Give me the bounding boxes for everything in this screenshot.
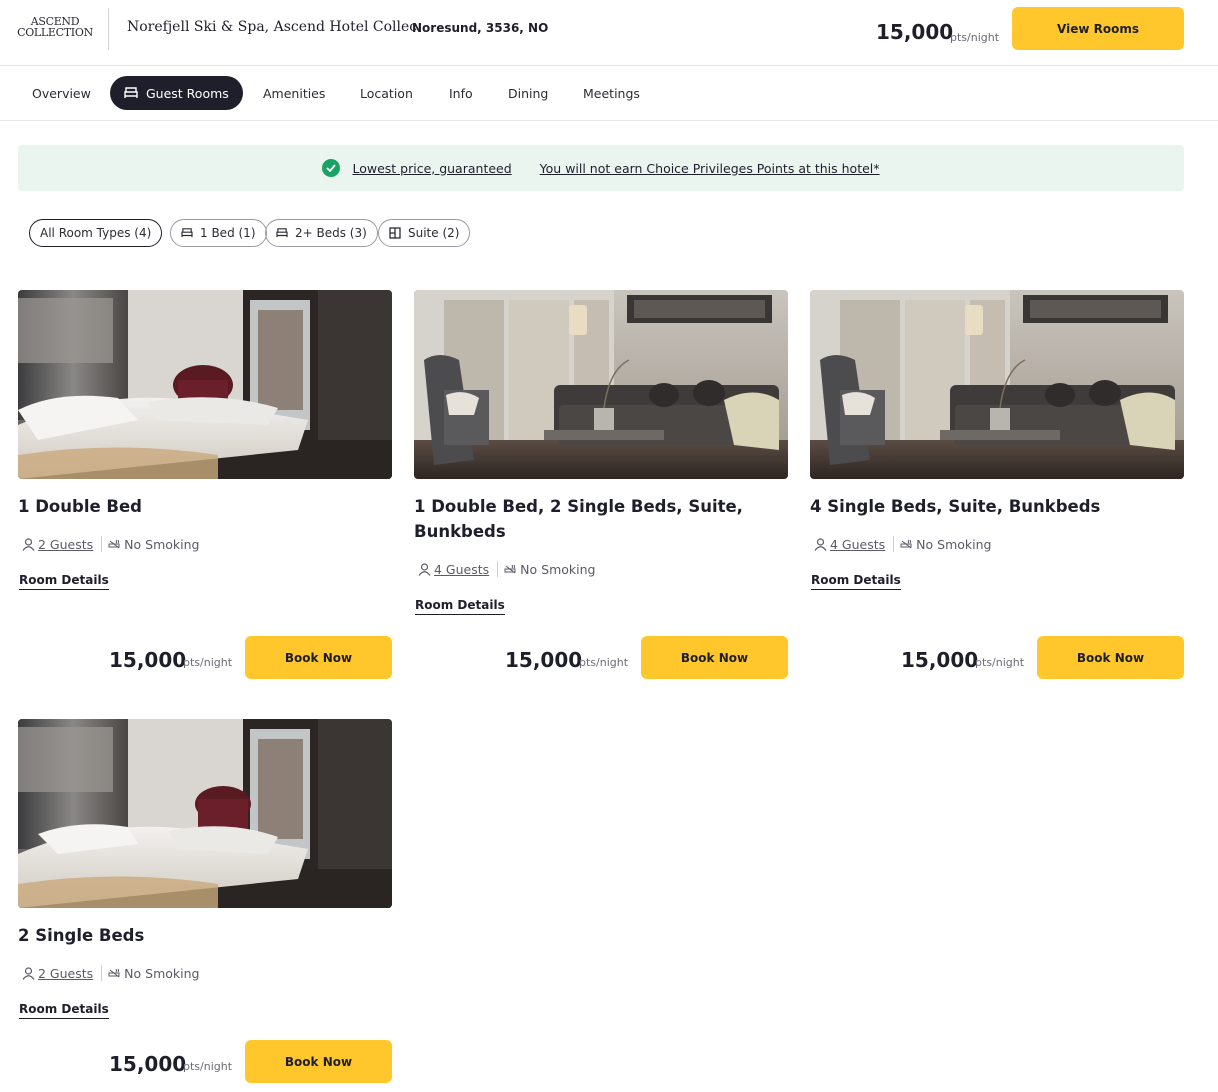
- tab-amenities[interactable]: Amenities: [263, 76, 325, 110]
- tab-guest-rooms[interactable]: Guest Rooms: [110, 76, 243, 110]
- bed-icon: [181, 228, 193, 238]
- filter-two-plus-beds[interactable]: 2+ Beds (3): [265, 219, 378, 247]
- room-photo[interactable]: [18, 290, 392, 479]
- header-price-unit: pts/night: [950, 31, 1000, 44]
- room-price-unit: pts/night: [579, 656, 629, 669]
- room-meta: 4 Guests No Smoking: [418, 561, 595, 577]
- filter-one-bed[interactable]: 1 Bed (1): [170, 219, 267, 247]
- room-title: 4 Single Beds, Suite, Bunkbeds: [810, 497, 1101, 516]
- room-price: 15,000: [109, 648, 187, 672]
- room-price-unit: pts/night: [183, 1060, 233, 1073]
- tab-info[interactable]: Info: [449, 76, 473, 110]
- tab-location[interactable]: Location: [360, 76, 413, 110]
- hotel-header: ASCEND COLLECTION Norefjell Ski & Spa, A…: [0, 0, 1218, 66]
- meta-separator: [893, 536, 895, 552]
- view-rooms-button[interactable]: View Rooms: [1012, 7, 1184, 50]
- no-smoking-icon: [900, 539, 912, 549]
- meta-separator: [101, 965, 103, 981]
- room-details-link[interactable]: Room Details: [415, 598, 505, 615]
- room-meta: 4 Guests No Smoking: [814, 536, 991, 552]
- room-price-unit: pts/night: [183, 656, 233, 669]
- bed-icon: [124, 87, 138, 98]
- book-now-button[interactable]: Book Now: [245, 1040, 392, 1083]
- tab-meetings[interactable]: Meetings: [583, 76, 640, 110]
- person-icon: [814, 537, 827, 551]
- room-details-link[interactable]: Room Details: [811, 573, 901, 590]
- person-icon: [418, 562, 431, 576]
- room-price-unit: pts/night: [975, 656, 1025, 669]
- guest-count-link[interactable]: 2 Guests: [38, 537, 93, 552]
- book-now-button[interactable]: Book Now: [641, 636, 788, 679]
- hotel-tabs: Overview Guest Rooms Amenities Location …: [0, 66, 1218, 121]
- room-details-link[interactable]: Room Details: [19, 1002, 109, 1019]
- header-price: 15,000: [876, 20, 954, 44]
- no-smoking-icon: [108, 539, 120, 549]
- points-notice-link[interactable]: You will not earn Choice Privileges Poin…: [540, 161, 880, 176]
- tab-dining[interactable]: Dining: [508, 76, 548, 110]
- room-title: 2 Single Beds: [18, 926, 145, 945]
- tab-overview[interactable]: Overview: [32, 76, 91, 110]
- room-title: 1 Double Bed: [18, 497, 142, 516]
- check-circle-icon: [322, 159, 341, 177]
- header-divider: [108, 8, 109, 50]
- person-icon: [22, 537, 35, 551]
- room-meta: 2 Guests No Smoking: [22, 965, 199, 981]
- filter-all-room-types[interactable]: All Room Types (4): [29, 219, 163, 247]
- bed-icon: [276, 228, 288, 238]
- person-icon: [22, 966, 35, 980]
- suite-icon: [389, 227, 401, 239]
- hotel-name: Norefjell Ski & Spa, Ascend Hotel Collec…: [127, 19, 431, 35]
- no-smoking-icon: [108, 968, 120, 978]
- guest-count-link[interactable]: 4 Guests: [830, 537, 885, 552]
- room-photo[interactable]: [810, 290, 1184, 479]
- meta-separator: [497, 561, 499, 577]
- guest-count-link[interactable]: 2 Guests: [38, 966, 93, 981]
- room-title: 1 Double Bed, 2 Single Beds, Suite, Bunk…: [414, 497, 743, 541]
- no-smoking-icon: [504, 564, 516, 574]
- room-photo[interactable]: [18, 719, 392, 908]
- room-details-link[interactable]: Room Details: [19, 573, 109, 590]
- book-now-button[interactable]: Book Now: [245, 636, 392, 679]
- room-meta: 2 Guests No Smoking: [22, 536, 199, 552]
- filter-suite[interactable]: Suite (2): [378, 219, 471, 247]
- book-now-button[interactable]: Book Now: [1037, 636, 1184, 679]
- price-guarantee-banner: Lowest price, guaranteed You will not ea…: [18, 145, 1184, 191]
- lowest-price-link[interactable]: Lowest price, guaranteed: [352, 161, 511, 176]
- meta-separator: [101, 536, 103, 552]
- room-photo[interactable]: [414, 290, 788, 479]
- room-price: 15,000: [505, 648, 583, 672]
- room-price: 15,000: [901, 648, 979, 672]
- guest-count-link[interactable]: 4 Guests: [434, 562, 489, 577]
- room-price: 15,000: [109, 1052, 187, 1076]
- brand-logo[interactable]: ASCEND COLLECTION: [16, 16, 94, 42]
- hotel-location: Noresund, 3536, NO: [412, 21, 549, 35]
